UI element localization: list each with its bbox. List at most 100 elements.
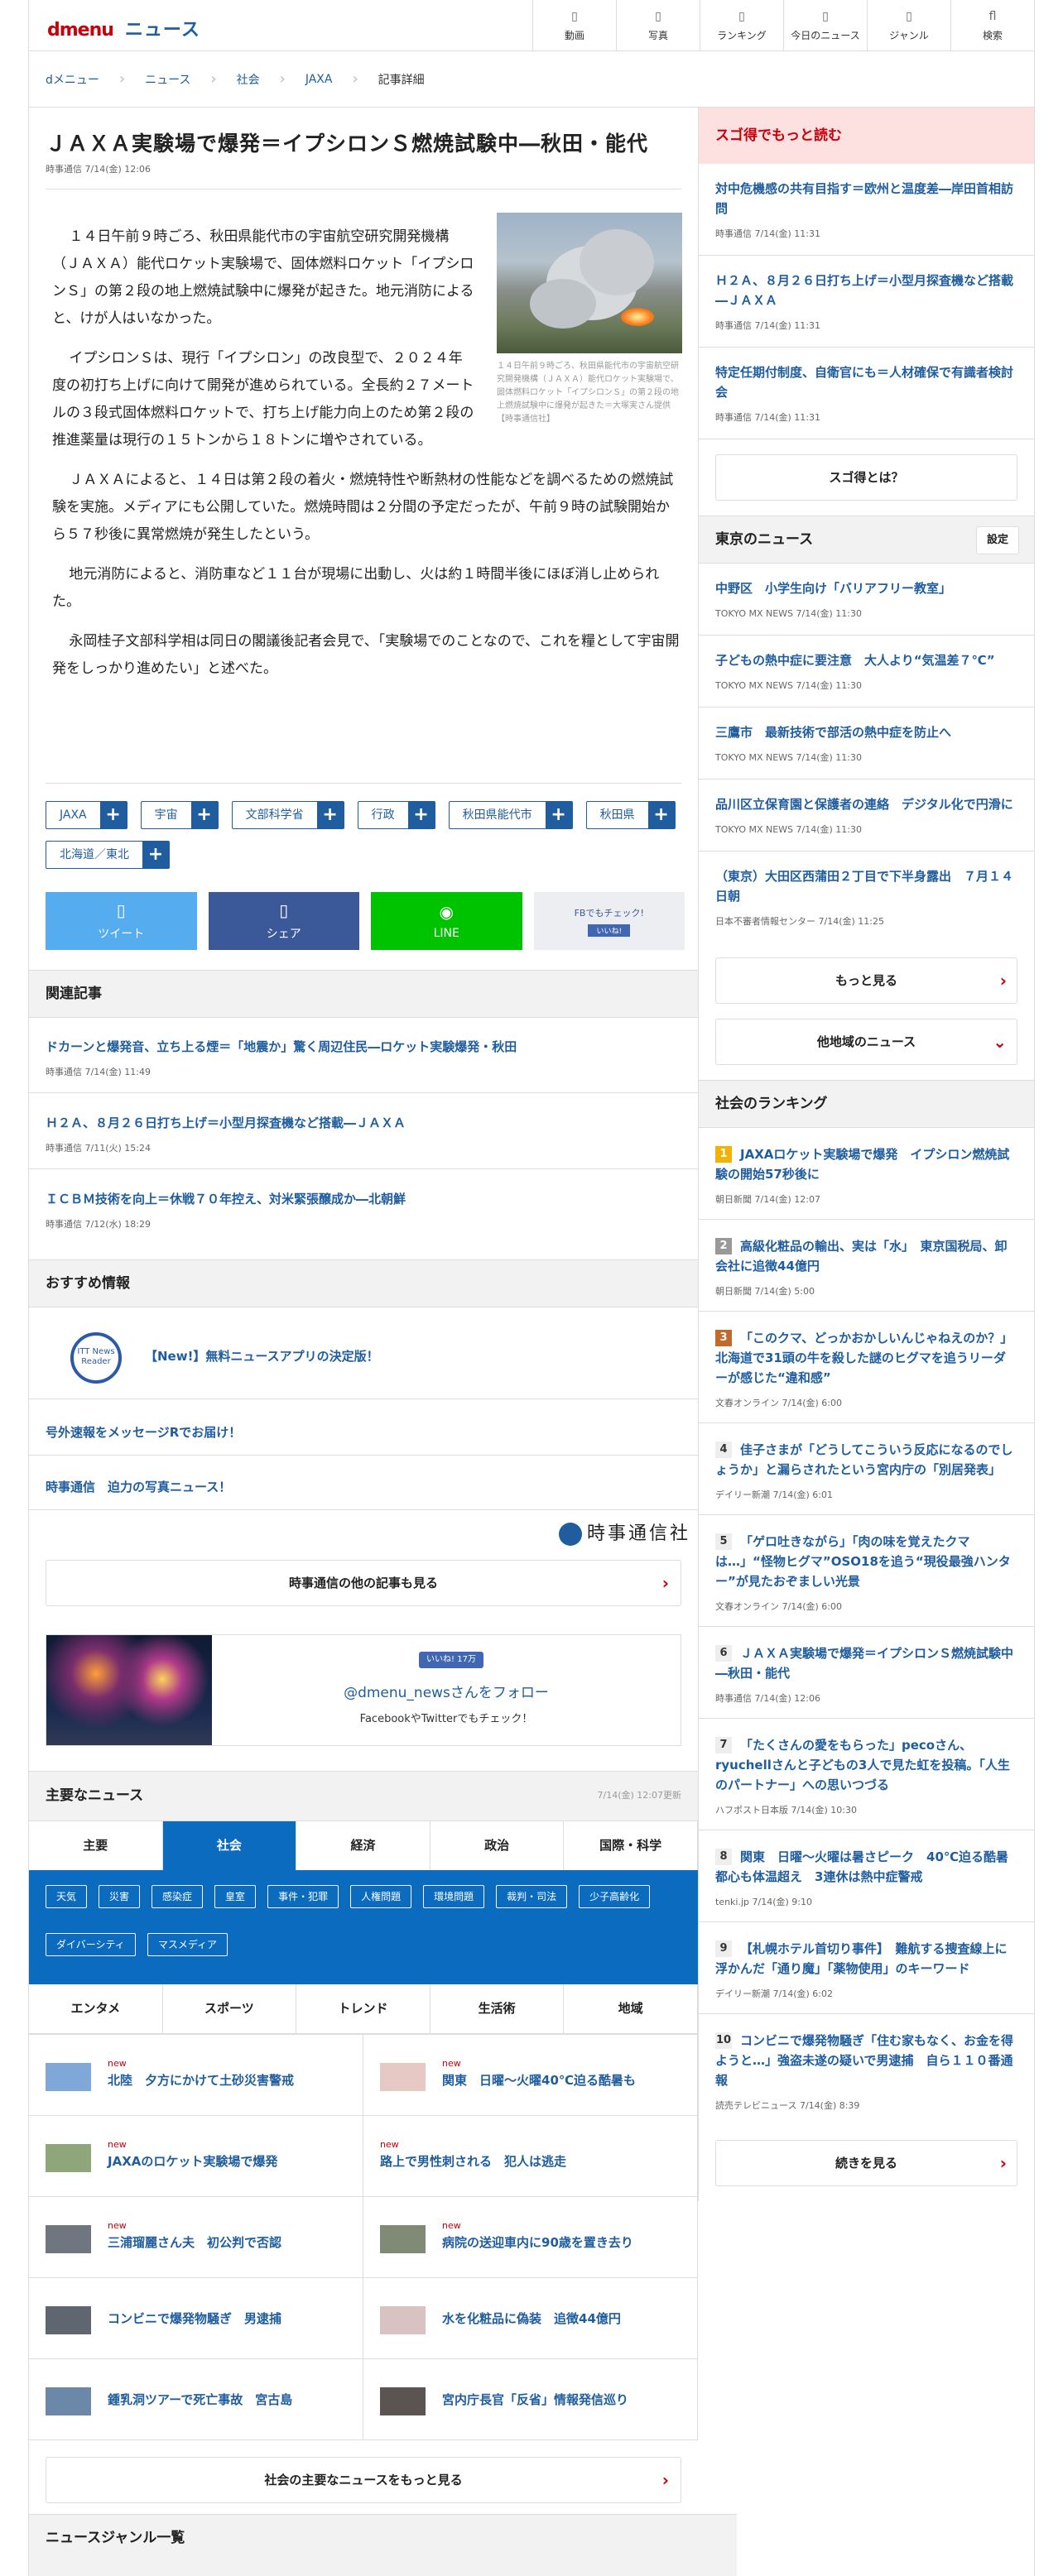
other-region-button[interactable]: 他地域のニュース ⌄: [715, 1019, 1017, 1065]
pill-aging[interactable]: 少子高齢化: [579, 1885, 651, 1908]
promo-link-app[interactable]: 【New!】無料ニュースアプリの決定版！: [145, 1347, 379, 1365]
tag-akita[interactable]: 秋田県 +: [585, 801, 676, 829]
ranking-item[interactable]: 4 佳子さまが「どうしてこういう反応になるのでしょうか」と漏らされたという宮内庁の…: [699, 1423, 1034, 1515]
twitter-share-button[interactable]: ▯ ツイート: [46, 892, 197, 950]
tab-lifestyle[interactable]: 生活術: [430, 1984, 565, 2033]
news-item[interactable]: new 路上で男性刺される 犯人は逃走: [363, 2116, 698, 2197]
news-title[interactable]: 水を化粧品に偽装 追徴44億円: [442, 2310, 621, 2327]
breadcrumb-dmenu[interactable]: dメニュー: [46, 71, 99, 88]
related-item[interactable]: ＩＣＢＭ技術を向上＝休戦７０年控え、対米緊張醸成か―北朝鮮 時事通信 7/12(水…: [46, 1190, 681, 1230]
news-item[interactable]: 水を化粧品に偽装 追徴44億円: [363, 2278, 698, 2359]
ranking-item[interactable]: 1 JAXAロケット実験場で爆発 イプシロン燃焼試験の開始57秒後に 朝日新聞 7/…: [699, 1128, 1034, 1220]
pill-weather[interactable]: 天気: [46, 1885, 88, 1908]
item-title[interactable]: コンビニで爆発物騒ぎ「住む家もなく、お金を得ようと…」強盗未遂の疑いで男逮捕 自…: [715, 2033, 1013, 2088]
news-item[interactable]: 宮内庁長官「反省」情報発信巡り: [363, 2359, 698, 2440]
society-more-button[interactable]: 社会の主要なニュースをもっと見る ›: [46, 2457, 681, 2503]
news-title[interactable]: 関東 日曜～火曜40℃迫る酷暑も: [442, 2071, 636, 2089]
news-title[interactable]: 三浦瑠麗さん夫 初公判で否認: [108, 2233, 281, 2251]
item-title[interactable]: 「ゲロ吐きながら」「肉の味を覚えたクマは…」“怪物ヒグマ”OSO18を追う“現役…: [715, 1534, 1011, 1589]
sugotoku-item[interactable]: 対中危機感の共有目指す＝欧州と温度差―岸田首相訪問 時事通信 7/14(金) 11…: [699, 164, 1034, 256]
news-item[interactable]: new 北陸 夕方にかけて土砂災害警戒: [29, 2035, 363, 2116]
breadcrumb-society[interactable]: 社会: [237, 71, 260, 88]
plus-icon[interactable]: +: [545, 802, 572, 828]
breadcrumb-jaxa[interactable]: JAXA: [305, 73, 333, 86]
item-title[interactable]: 佳子さまが「どうしてこういう反応になるのでしょうか」と漏らされたという宮内庁の「…: [715, 1442, 1013, 1477]
ranking-item[interactable]: 10 コンビニで爆発物騒ぎ「住む家もなく、お金を得ようと…」強盗未遂の疑いで男逮捕…: [699, 2014, 1034, 2125]
line-share-button[interactable]: ◉ LINE: [371, 892, 522, 950]
pill-imperial[interactable]: 皇室: [214, 1885, 257, 1908]
plus-icon[interactable]: +: [407, 802, 435, 828]
ranking-item[interactable]: 5 「ゲロ吐きながら」「肉の味を覚えたクマは…」“怪物ヒグマ”OSO18を追う“現…: [699, 1515, 1034, 1627]
tokyo-item[interactable]: 三鷹市 最新技術で部活の熱中症を防止へ TOKYO MX NEWS 7/14(金)…: [699, 708, 1034, 780]
pill-infection[interactable]: 感染症: [152, 1885, 204, 1908]
news-item[interactable]: new 三浦瑠麗さん夫 初公判で否認: [29, 2197, 363, 2278]
plus-icon[interactable]: +: [99, 802, 127, 828]
pill-human-rights[interactable]: 人権問題: [350, 1885, 412, 1908]
tag-space[interactable]: 宇宙 +: [140, 801, 219, 829]
dmenu-logo[interactable]: dmenu ニュース: [47, 15, 200, 41]
tag-hokkaido-tohoku[interactable]: 北海道／東北 +: [46, 841, 170, 869]
breadcrumb-news[interactable]: ニュース: [145, 71, 190, 88]
related-item[interactable]: ドカーンと爆発音、立ち上る煙＝「地震か」驚く周辺住民―ロケット実験爆発・秋田 時事…: [46, 1038, 681, 1078]
nav-ranking[interactable]: ▯ ランキング: [700, 0, 783, 51]
nav-video[interactable]: ▯ 動画: [532, 0, 616, 51]
ranking-item[interactable]: 2 高級化粧品の輸出、実は「水」 東京国税局、卸会社に追徴44億円 朝日新聞 7/1…: [699, 1220, 1034, 1312]
tab-society[interactable]: 社会: [162, 1821, 297, 1870]
facebook-check-box[interactable]: FBでもチェック! いいね!: [533, 892, 685, 950]
related-title[interactable]: Ｈ２Ａ、８月２６日打ち上げ＝小型月探査機など搭載―ＪＡＸＡ: [46, 1114, 681, 1131]
item-title[interactable]: 品川区立保育園と保護者の連絡 デジタル化で円滑に: [715, 794, 1017, 814]
tokyo-item[interactable]: 中野区 小学生向け「バリアフリー教室」 TOKYO MX NEWS 7/14(金)…: [699, 564, 1034, 636]
plus-icon[interactable]: +: [142, 842, 169, 868]
plus-icon[interactable]: +: [316, 802, 344, 828]
tab-politics[interactable]: 政治: [430, 1821, 565, 1870]
promo-link-extra[interactable]: 号外速報をメッセージRでお届け！: [46, 1423, 241, 1441]
ranking-item[interactable]: 8 関東 日曜～火曜は暑さピーク 40℃迫る酷暑 都心も体温超え 3連休は熱中症警…: [699, 1830, 1034, 1922]
news-item[interactable]: new JAXAのロケット実験場で爆発: [29, 2116, 363, 2197]
fb-like-button[interactable]: いいね!: [588, 923, 631, 937]
item-title[interactable]: 対中危機感の共有目指す＝欧州と温度差―岸田首相訪問: [715, 179, 1017, 218]
pill-justice[interactable]: 裁判・司法: [496, 1885, 568, 1908]
sugotoku-item[interactable]: Ｈ２Ａ、８月２６日打ち上げ＝小型月探査機など搭載―ＪＡＸＡ 時事通信 7/14(金…: [699, 256, 1034, 348]
item-title[interactable]: （東京）大田区西蒲田２丁目で下半身露出 ７月１４日朝: [715, 866, 1017, 906]
tokyo-item[interactable]: 品川区立保育園と保護者の連絡 デジタル化で円滑に TOKYO MX NEWS 7/…: [699, 780, 1034, 851]
item-title[interactable]: 関東 日曜～火曜は暑さピーク 40℃迫る酷暑 都心も体温超え 3連休は熱中症警戒: [715, 1849, 1021, 1884]
nav-genre[interactable]: ▯ ジャンル: [867, 0, 950, 51]
news-title[interactable]: コンビニで爆発物騒ぎ 男逮捕: [108, 2310, 281, 2327]
tab-economy[interactable]: 経済: [296, 1821, 430, 1870]
item-title[interactable]: 「このクマ、どっかおかしいんじゃねえのか？」北海道で31頭の牛を殺した謎のヒグマ…: [715, 1331, 1012, 1385]
item-title[interactable]: ＪＡＸＡ実験場で爆発＝イプシロンＳ燃焼試験中―秋田・能代: [715, 1646, 1013, 1681]
pill-mass-media[interactable]: マスメディア: [147, 1933, 228, 1956]
item-title[interactable]: 「たくさんの愛をもらった」pecoさん、ryuchellさんと子どもの3人で見た…: [715, 1738, 1010, 1792]
news-item[interactable]: 鍾乳洞ツアーで死亡事故 宮古島: [29, 2359, 363, 2440]
ranking-item[interactable]: 7 「たくさんの愛をもらった」pecoさん、ryuchellさんと子どもの3人で見…: [699, 1719, 1034, 1830]
sugotoku-about-button[interactable]: スゴ得とは？: [715, 454, 1017, 501]
tag-administration[interactable]: 行政 +: [357, 801, 435, 829]
news-item[interactable]: new 関東 日曜～火曜40℃迫る酷暑も: [363, 2035, 698, 2116]
related-item[interactable]: Ｈ２Ａ、８月２６日打ち上げ＝小型月探査機など搭載―ＪＡＸＡ 時事通信 7/11(火…: [46, 1114, 681, 1154]
related-title[interactable]: ＩＣＢＭ技術を向上＝休戦７０年控え、対米緊張醸成か―北朝鮮: [46, 1190, 681, 1207]
plus-icon[interactable]: +: [190, 802, 218, 828]
news-title[interactable]: 路上で男性刺される 犯人は逃走: [380, 2152, 566, 2170]
tab-trend[interactable]: トレンド: [296, 1984, 430, 2033]
news-title[interactable]: 病院の送迎車内に90歳を置き去り: [442, 2233, 633, 2251]
tag-jaxa[interactable]: JAXA +: [46, 801, 127, 829]
tokyo-more-button[interactable]: もっと見る ›: [715, 957, 1017, 1004]
settings-button[interactable]: 設定: [976, 526, 1019, 554]
tag-mext[interactable]: 文部科学省 +: [231, 801, 344, 829]
news-title[interactable]: JAXAのロケット実験場で爆発: [108, 2152, 277, 2170]
tab-international[interactable]: 国際・科学: [564, 1821, 698, 1870]
news-title[interactable]: 宮内庁長官「反省」情報発信巡り: [442, 2391, 628, 2408]
fb-like-button[interactable]: いいね! 17万: [419, 1652, 483, 1668]
item-title[interactable]: 中野区 小学生向け「バリアフリー教室」: [715, 578, 1017, 598]
tab-entertainment[interactable]: エンタメ: [29, 1984, 163, 2033]
follow-account-link[interactable]: @dmenu_newsさんをフォロー: [212, 1681, 681, 1701]
nav-today[interactable]: ▯ 今日のニュース: [783, 0, 867, 51]
item-title[interactable]: 子どもの熱中症に要注意 大人より“気温差７℃”: [715, 650, 1017, 670]
news-item[interactable]: new 病院の送迎車内に90歳を置き去り: [363, 2197, 698, 2278]
news-title[interactable]: 北陸 夕方にかけて土砂災害警戒: [108, 2071, 294, 2089]
item-title[interactable]: Ｈ２Ａ、８月２６日打ち上げ＝小型月探査機など搭載―ＪＡＸＡ: [715, 271, 1017, 310]
tab-sports[interactable]: スポーツ: [163, 1984, 297, 2033]
nav-search[interactable]: fl 検索: [950, 0, 1034, 51]
ranking-item[interactable]: 9 【札幌ホテル首切り事件】 難航する捜査線上に浮かんだ「通り魔」「薬物使用」のキ…: [699, 1922, 1034, 2014]
tag-noshiro[interactable]: 秋田県能代市 +: [448, 801, 573, 829]
